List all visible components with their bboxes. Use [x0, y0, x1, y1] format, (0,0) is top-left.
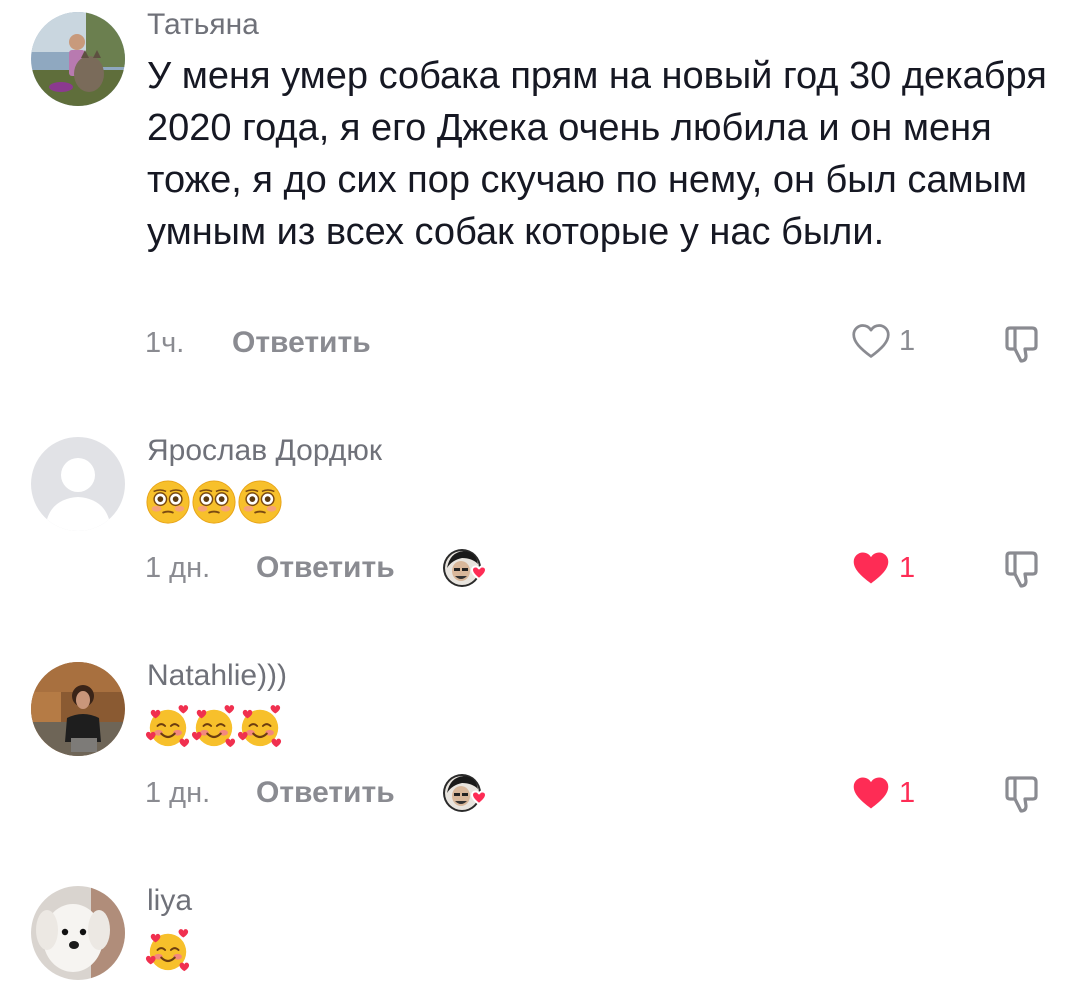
flushed-face-emoji-icon	[191, 479, 237, 525]
avatar[interactable]	[31, 662, 125, 756]
avatar[interactable]	[31, 886, 125, 980]
avatar[interactable]	[31, 437, 125, 531]
username[interactable]: liya	[147, 884, 192, 918]
reply-button[interactable]: Ответить	[256, 776, 395, 810]
comment-emoji	[145, 703, 283, 751]
reply-button[interactable]: Ответить	[256, 551, 395, 585]
smiling-face-with-hearts-emoji-icon	[145, 703, 191, 749]
like-button[interactable]: 1	[851, 774, 915, 812]
dislike-button[interactable]	[1002, 774, 1042, 814]
like-count: 1	[899, 551, 916, 584]
smiling-face-with-hearts-emoji-icon	[191, 703, 237, 749]
like-count: 1	[899, 776, 916, 809]
like-count: 1	[899, 324, 916, 357]
like-button[interactable]: 1	[851, 549, 915, 587]
comment-time: 1 дн.	[145, 777, 211, 809]
smiling-face-with-hearts-emoji-icon	[237, 703, 283, 749]
thumbs-down-icon	[1002, 549, 1042, 589]
dislike-button[interactable]	[1002, 324, 1042, 364]
like-button[interactable]: 1	[851, 322, 915, 360]
heart-filled-icon	[851, 549, 891, 587]
dislike-button[interactable]	[1002, 549, 1042, 589]
avatar[interactable]	[31, 12, 125, 106]
comment-emoji	[145, 479, 283, 527]
smiling-face-with-hearts-emoji-icon	[145, 927, 191, 973]
flushed-face-emoji-icon	[237, 479, 283, 525]
thumbs-down-icon	[1002, 774, 1042, 814]
comment-text: У меня умер собака прям на новый год 30 …	[147, 55, 1047, 253]
heart-outline-icon	[851, 322, 891, 360]
comment-emoji	[145, 927, 191, 975]
creator-liked-avatar-icon	[442, 546, 494, 590]
heart-filled-icon	[851, 774, 891, 812]
reply-button[interactable]: Ответить	[232, 326, 371, 360]
flushed-face-emoji-icon	[145, 479, 191, 525]
creator-liked-avatar-icon	[442, 771, 494, 815]
username[interactable]: Татьяна	[147, 8, 259, 42]
username[interactable]: Ярослав Дордюк	[147, 434, 382, 468]
thumbs-down-icon	[1002, 324, 1042, 364]
comment-item: Татьяна У меня умер собака прям на новый…	[0, 0, 1080, 390]
comment-time: 1 дн.	[145, 552, 211, 584]
username[interactable]: Natahlie)))	[147, 659, 287, 693]
comment-time: 1ч.	[145, 327, 185, 359]
